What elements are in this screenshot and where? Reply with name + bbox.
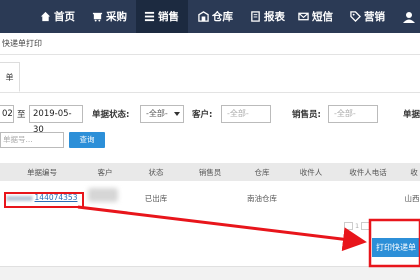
order-number-link[interactable]: 144074353 xyxy=(6,193,78,202)
nav-sms[interactable]: 短信 xyxy=(298,0,333,33)
pagination-next[interactable] xyxy=(361,222,371,230)
column-header-warehouse: 仓库 xyxy=(254,168,270,177)
warehouse-icon xyxy=(198,11,209,22)
cart-icon xyxy=(92,12,103,22)
date-end-input[interactable]: 2019-05-30 xyxy=(29,105,83,135)
status-select[interactable]: -全部- xyxy=(140,105,184,123)
query-button[interactable]: 查询 xyxy=(69,132,105,148)
nav-purchase-label: 采购 xyxy=(106,11,127,23)
salesperson-select[interactable]: -全部- xyxy=(328,105,378,123)
column-header-customer: 客户 xyxy=(97,168,113,177)
nav-sales-label: 销售 xyxy=(158,11,179,23)
nav-marketing[interactable]: 营销 xyxy=(350,0,385,33)
nav-purchase[interactable]: 采购 xyxy=(92,0,127,33)
nav-report[interactable]: 报表 xyxy=(250,0,285,33)
order-status: 已出库 xyxy=(144,194,168,203)
salesperson-label: 销售员: xyxy=(292,110,321,120)
tag-icon xyxy=(350,11,361,22)
nav-home[interactable]: 首页 xyxy=(40,0,75,33)
pagination-prev[interactable] xyxy=(344,222,353,230)
order-warehouse: 南油仓库 xyxy=(247,194,277,203)
customer-label: 客户: xyxy=(192,110,213,120)
nav-report-label: 报表 xyxy=(264,11,285,23)
column-header-recipient-phone: 收件人电话 xyxy=(349,168,387,177)
column-header-salesperson: 销售员 xyxy=(198,168,222,177)
pagination-current[interactable]: 1 xyxy=(355,222,359,230)
chevron-down-icon xyxy=(174,112,180,116)
table-header: 单据编号 客户 状态 销售员 仓库 收件人 收件人电话 收 xyxy=(0,163,420,181)
divider xyxy=(0,54,420,55)
redacted-text xyxy=(6,195,33,201)
nav-user[interactable] xyxy=(402,0,419,33)
column-header-status: 状态 xyxy=(148,168,164,177)
home-icon xyxy=(40,11,51,22)
bottom-bar xyxy=(0,266,420,280)
user-icon xyxy=(403,11,415,23)
nav-sales[interactable]: 销售 xyxy=(136,0,188,33)
column-header-address: 收 xyxy=(410,168,418,177)
top-navigation-bar: 首页 采购 销售 仓库 报表 短信 营销 xyxy=(0,0,420,33)
nav-warehouse-label: 仓库 xyxy=(212,11,233,23)
order-address: 山西 xyxy=(404,194,420,203)
status-label: 单据状态: xyxy=(92,110,130,120)
table-row[interactable]: 144074353 已出库 南油仓库 山西 xyxy=(0,186,420,210)
date-start-input[interactable]: 02 xyxy=(0,105,14,123)
date-range-separator: 至 xyxy=(17,110,26,120)
column-header-recipient: 收件人 xyxy=(299,168,323,177)
order-number-text: 144074353 xyxy=(34,193,78,202)
sales-icon xyxy=(144,11,155,22)
mail-icon xyxy=(298,12,309,21)
nav-home-label: 首页 xyxy=(54,11,75,23)
status-select-value: -全部- xyxy=(146,109,168,118)
nav-warehouse[interactable]: 仓库 xyxy=(198,0,233,33)
report-icon xyxy=(251,11,260,22)
redacted-customer xyxy=(88,188,118,202)
extra-filter-label: 单据 xyxy=(403,110,420,120)
customer-select[interactable]: -全部- xyxy=(221,105,271,123)
nav-sms-label: 短信 xyxy=(312,11,333,23)
pagination[interactable]: 1 xyxy=(342,222,372,230)
tab-order-list[interactable]: 单 xyxy=(0,62,20,92)
tab-divider xyxy=(0,92,420,93)
nav-marketing-label: 营销 xyxy=(364,11,385,23)
order-number-search-input[interactable]: 单据号... xyxy=(0,132,64,148)
annotation-arrow xyxy=(77,205,367,252)
breadcrumb: 快递单打印 xyxy=(2,39,42,48)
print-express-button[interactable]: 打印快递单 xyxy=(372,238,420,257)
column-header-order-no: 单据编号 xyxy=(27,168,57,177)
